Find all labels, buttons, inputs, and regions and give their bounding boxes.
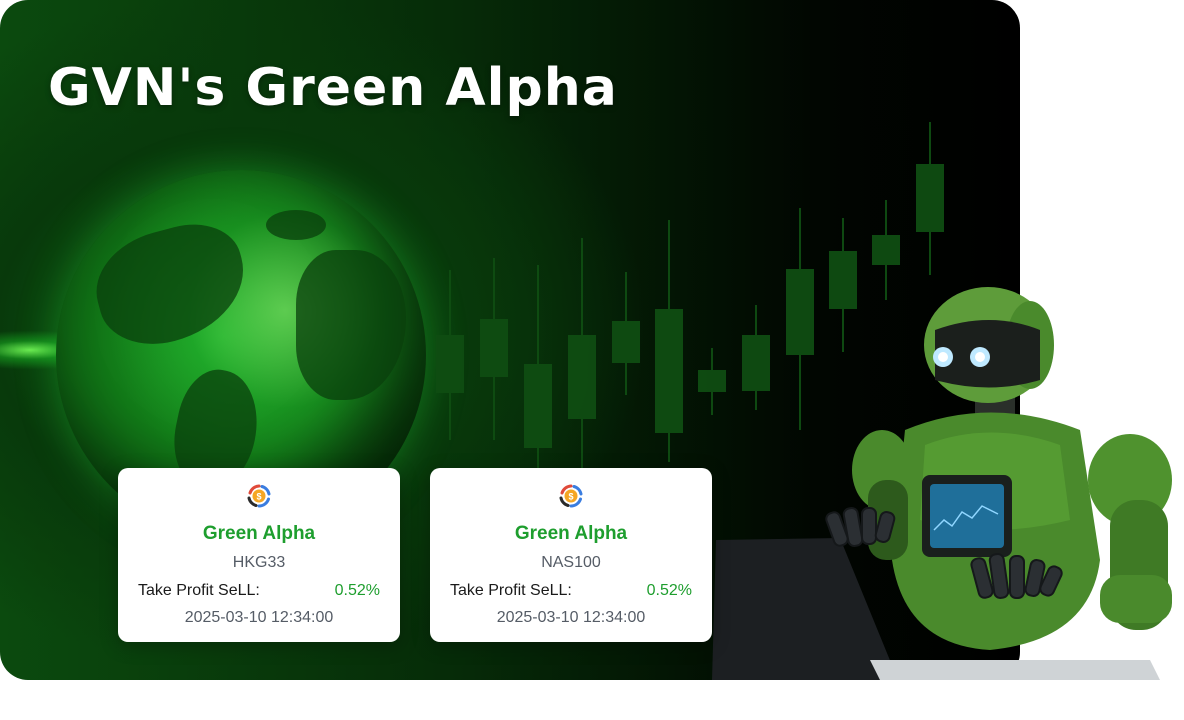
take-profit-label: Take Profit SeLL:: [138, 582, 260, 599]
dollar-coin-cycle-icon: $: [559, 484, 583, 508]
card-title: Green Alpha: [202, 523, 316, 544]
take-profit-value: 0.52%: [334, 582, 380, 599]
card-timestamp: 2025-03-10 12:34:00: [496, 609, 646, 626]
card-take-profit-row: Take Profit SeLL: 0.52%: [450, 582, 692, 600]
card-title: Green Alpha: [514, 523, 628, 544]
laptop-base: [870, 660, 1160, 680]
signal-card[interactable]: $ Green Alpha NAS100 Take Profit SeLL: 0…: [430, 468, 712, 642]
take-profit-label: Take Profit SeLL:: [450, 582, 572, 599]
dollar-coin-cycle-icon: $: [247, 484, 271, 508]
svg-text:$: $: [568, 492, 573, 502]
svg-text:$: $: [256, 492, 261, 502]
card-symbol: HKG33: [232, 554, 286, 571]
card-symbol: NAS100: [541, 554, 601, 571]
signal-card[interactable]: $ Green Alpha HKG33 Take Profit SeLL: 0.…: [118, 468, 400, 642]
take-profit-value: 0.52%: [646, 582, 692, 599]
robot-hand-left: [825, 507, 896, 547]
laptop-screen: [712, 538, 898, 680]
card-timestamp: 2025-03-10 12:34:00: [184, 609, 334, 626]
card-take-profit-row: Take Profit SeLL: 0.52%: [138, 582, 380, 600]
